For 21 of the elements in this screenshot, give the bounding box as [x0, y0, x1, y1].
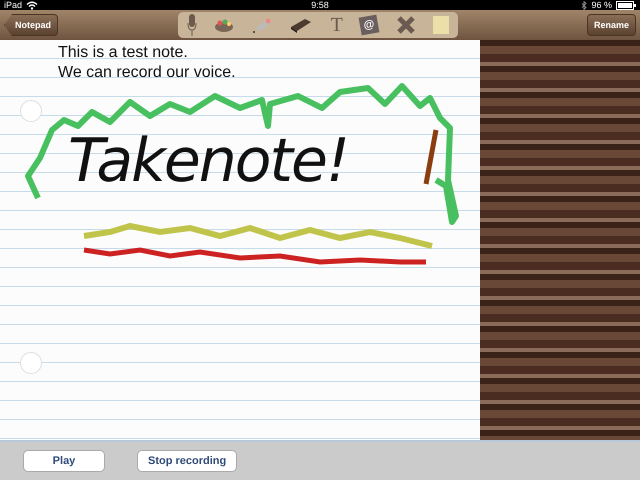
device-name: iPad — [4, 0, 22, 10]
bluetooth-icon — [581, 0, 588, 10]
recording-button[interactable]: Play — [23, 450, 105, 472]
back-button[interactable]: Notepad — [4, 14, 58, 36]
clock: 9:58 — [311, 0, 329, 10]
microphone-icon[interactable] — [186, 14, 197, 36]
wifi-icon — [26, 0, 38, 10]
rename-button[interactable]: Rename — [586, 14, 636, 36]
eraser-icon[interactable] — [289, 17, 314, 33]
handwritten-text: Takenote! — [68, 126, 348, 196]
punch-hole — [20, 100, 42, 122]
palette-icon[interactable] — [214, 17, 234, 33]
note-text: We can record our voice. — [58, 63, 237, 83]
battery-percent: 96 % — [591, 0, 612, 10]
ink-stroke — [424, 130, 438, 184]
close-icon[interactable] — [396, 15, 416, 35]
note-text: This is a test note. — [58, 43, 189, 63]
battery-icon — [616, 0, 636, 10]
recording-button[interactable]: Stop recording — [137, 450, 238, 472]
email-tool[interactable]: @ — [358, 14, 380, 36]
punch-hole — [20, 352, 42, 374]
